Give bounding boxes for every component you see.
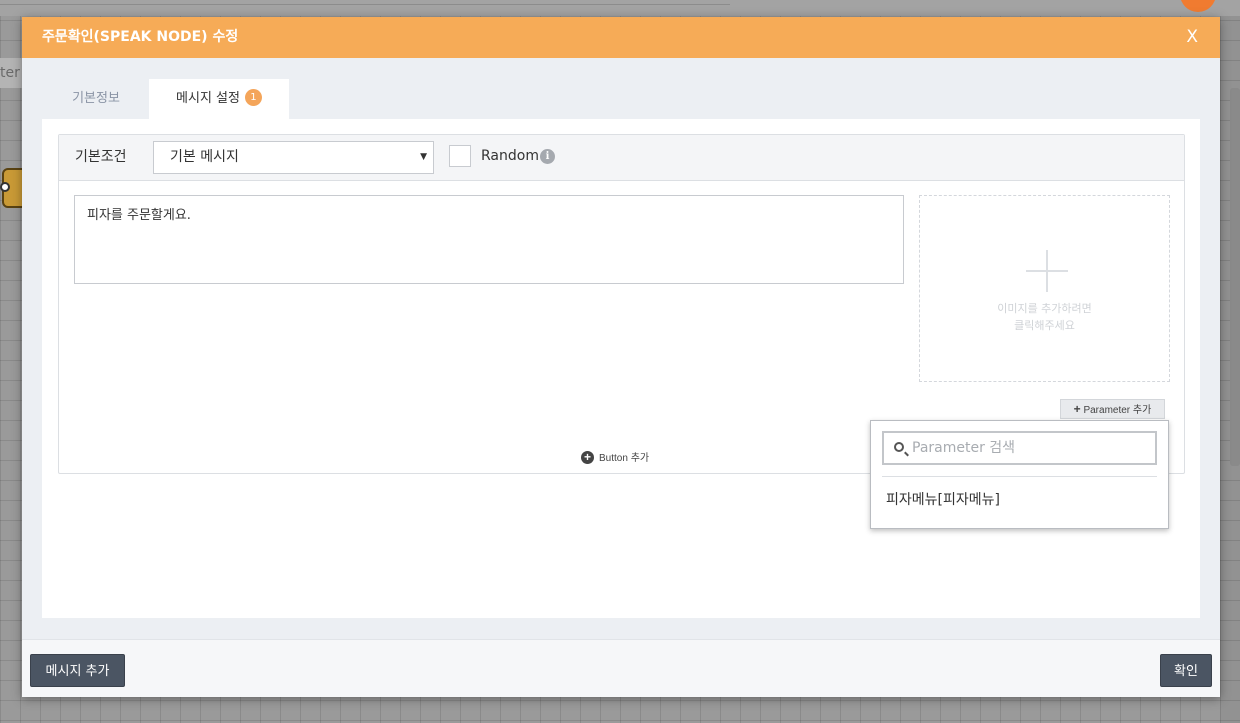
condition-select[interactable]: 기본 메시지 ▼ [153,141,434,174]
edit-node-modal: 주문확인(SPEAK NODE) 수정 X 기본정보 메시지 설정 1 기본조건 … [22,17,1220,697]
add-parameter-button[interactable]: + Parameter 추가 [1060,399,1165,419]
background-side-text: ter [0,58,24,88]
condition-label: 기본조건 [75,149,127,165]
search-icon [894,442,904,452]
message-card-header: 기본조건 기본 메시지 ▼ Random i [59,135,1184,181]
add-button-label: Button 추가 [599,453,650,464]
image-upload-area[interactable]: 이미지를 추가하려면 클릭해주세요 [919,195,1170,382]
circle-plus-icon: + [581,450,594,464]
modal-footer: 메시지 추가 확인 [22,639,1220,697]
modal-title: 주문확인(SPEAK NODE) 수정 [42,29,239,45]
add-message-button[interactable]: 메시지 추가 [30,654,125,687]
tab-message-settings[interactable]: 메시지 설정 1 [149,79,289,119]
random-label: Random [481,148,539,164]
parameter-dropdown: 피자메뉴[피자메뉴] [870,420,1169,529]
close-icon[interactable]: X [1186,17,1198,58]
background-topbar [0,0,1240,16]
tab-basic-info[interactable]: 기본정보 [50,79,142,119]
random-checkbox[interactable] [449,145,471,167]
add-button-link[interactable]: + Button 추가 [581,450,650,467]
parameter-search-box[interactable] [882,431,1157,465]
parameter-search-input[interactable] [912,433,1152,463]
plus-icon [1026,250,1068,292]
confirm-button[interactable]: 확인 [1160,654,1212,687]
image-upload-hint: 이미지를 추가하려면 클릭해주세요 [920,300,1169,334]
info-icon[interactable]: i [540,149,555,164]
tab-count-badge: 1 [244,89,262,106]
tab-label: 기본정보 [72,91,120,106]
background-divider [0,4,730,5]
modal-header: 주문확인(SPEAK NODE) 수정 X [22,17,1220,58]
background-scrollbar[interactable] [1230,88,1240,466]
dropdown-arrow-icon: ▼ [420,152,427,162]
add-parameter-label: Parameter 추가 [1083,405,1152,416]
image-hint-line1: 이미지를 추가하려면 [997,302,1092,315]
node-connector-dot [0,182,10,192]
image-hint-line2: 클릭해주세요 [1014,319,1075,332]
plus-icon: + [1073,402,1081,416]
tab-label: 메시지 설정 [176,91,240,106]
condition-select-value: 기본 메시지 [170,149,239,165]
message-textarea[interactable]: 피자를 주문할게요. [74,195,904,284]
dropdown-divider [882,476,1157,477]
parameter-option[interactable]: 피자메뉴[피자메뉴] [886,489,1000,509]
